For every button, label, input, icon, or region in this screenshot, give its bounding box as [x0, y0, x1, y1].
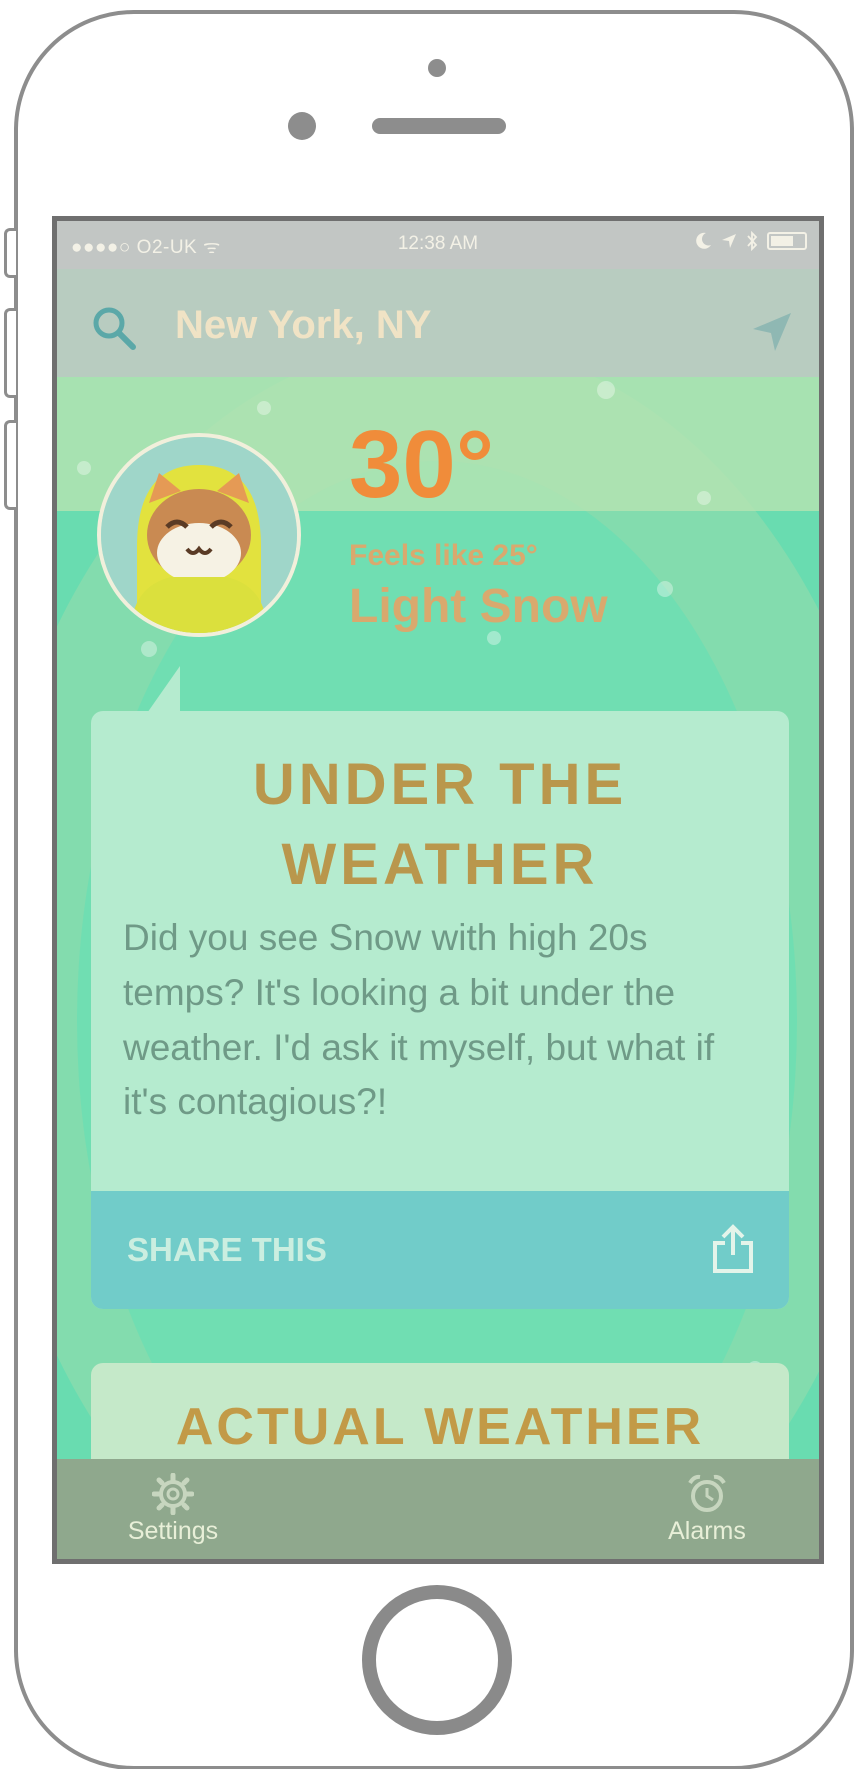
- card-body-text: Did you see Snow with high 20s temps? It…: [123, 917, 715, 1123]
- tab-alarms[interactable]: Alarms: [655, 1473, 759, 1546]
- tab-alarms-label: Alarms: [668, 1517, 746, 1545]
- front-camera: [428, 59, 446, 77]
- message-card: UNDER THE WEATHER Did you see Snow with …: [91, 711, 789, 1309]
- mascot-avatar: [97, 433, 301, 637]
- volume-up-button: [4, 308, 16, 398]
- gear-icon: [152, 1473, 194, 1515]
- proximity-sensor: [288, 112, 316, 140]
- card-title: UNDER THE WEATHER: [91, 745, 789, 905]
- actual-weather-title: ACTUAL WEATHER: [175, 1398, 705, 1456]
- mute-switch: [4, 228, 16, 278]
- location-services-icon: [722, 234, 736, 248]
- card-title-line2: WEATHER: [281, 832, 599, 898]
- weather-condition: Light Snow: [349, 580, 608, 633]
- share-label: SHARE THIS: [127, 1231, 327, 1268]
- speech-bubble-tail: [145, 666, 180, 716]
- location-arrow-icon[interactable]: [751, 311, 793, 353]
- moon-icon: [696, 232, 711, 249]
- battery-icon: [767, 232, 807, 250]
- temperature: 30°: [349, 411, 495, 518]
- volume-down-button: [4, 420, 16, 510]
- location-title[interactable]: New York, NY: [175, 303, 431, 348]
- card-title-line1: UNDER THE: [252, 752, 628, 817]
- share-button[interactable]: SHARE THIS: [91, 1191, 789, 1309]
- device-mockup: ●●●●○ O2-UK ᯤ 12:38 AM New York, NY 30° …: [0, 0, 863, 1769]
- earpiece-speaker: [372, 118, 506, 134]
- search-icon[interactable]: [91, 305, 137, 351]
- alarm-clock-icon: [688, 1474, 726, 1512]
- cat-in-raincoat-illustration: [101, 437, 297, 633]
- status-bar: ●●●●○ O2-UK ᯤ 12:38 AM: [57, 221, 819, 269]
- feels-like: Feels like 25°: [349, 539, 538, 572]
- app-screen: ●●●●○ O2-UK ᯤ 12:38 AM New York, NY 30° …: [52, 216, 824, 1564]
- tab-bar: Settings Alarms: [57, 1459, 819, 1559]
- tab-settings[interactable]: Settings: [117, 1473, 229, 1546]
- home-button[interactable]: [362, 1585, 512, 1735]
- bluetooth-icon: [747, 231, 758, 251]
- status-icons: [696, 231, 807, 251]
- tab-settings-label: Settings: [127, 1517, 219, 1545]
- search-header: New York, NY: [57, 269, 819, 377]
- share-icon: [713, 1224, 753, 1273]
